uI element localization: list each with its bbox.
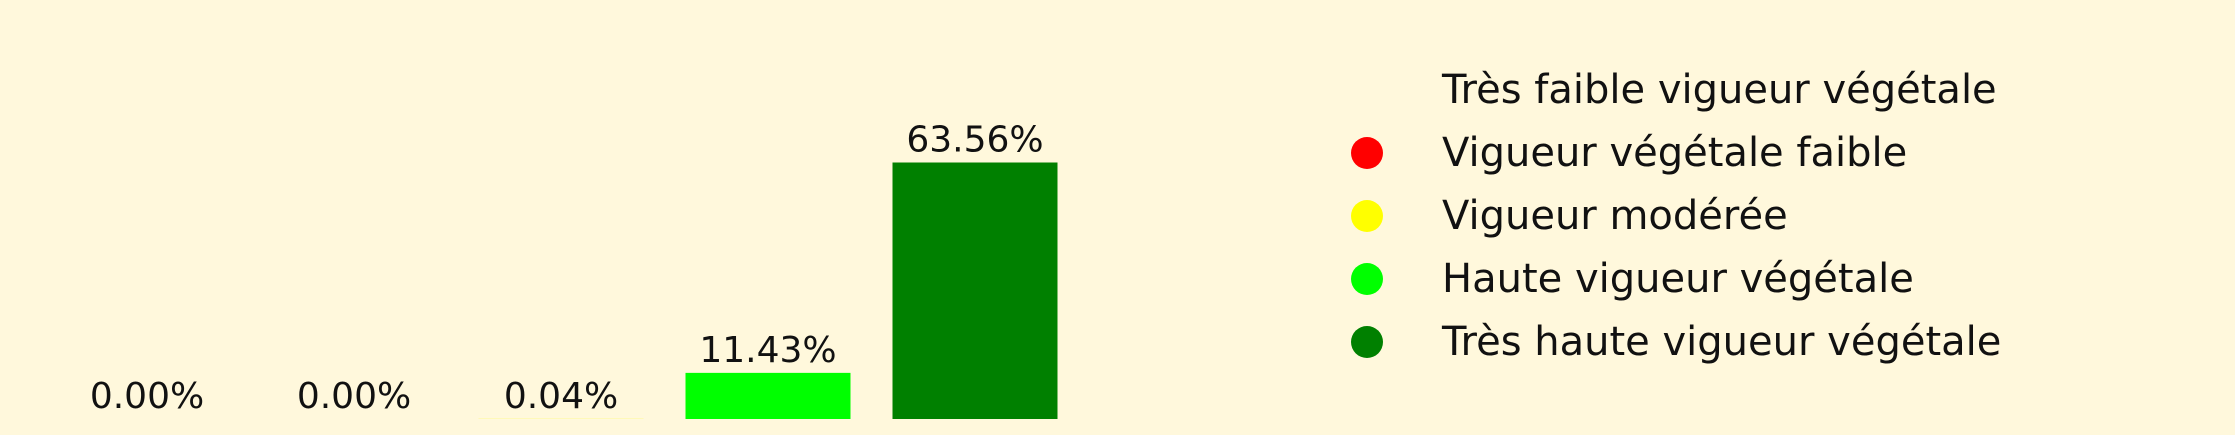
bar-chart: 0.00% 0.00% 0.04% 11.43% 63.56% (90, 120, 1058, 419)
legend-label: Vigueur modérée (1442, 192, 1788, 239)
bar-4 (685, 372, 851, 419)
bar-5 (892, 162, 1058, 419)
legend-marker-icon (1351, 199, 1383, 232)
legend-marker-icon (1351, 136, 1383, 169)
legend-label: Vigueur végétale faible (1442, 129, 1908, 176)
legend-label: Très haute vigueur végétale (1442, 318, 2002, 365)
legend-marker-icon (1351, 262, 1383, 295)
bar-value-label: 0.00% (297, 376, 411, 417)
bar-value-label: 63.56% (906, 120, 1043, 161)
legend-marker-icon (1351, 325, 1383, 358)
bar-value-label: 0.04% (504, 376, 618, 417)
bar-value-label: 0.00% (90, 376, 204, 417)
legend-label: Haute vigueur végétale (1442, 255, 1914, 302)
legend-marker-icon (1351, 73, 1383, 106)
legend-label: Très faible vigueur végétale (1442, 66, 1997, 113)
bar-value-label: 11.43% (699, 330, 836, 371)
